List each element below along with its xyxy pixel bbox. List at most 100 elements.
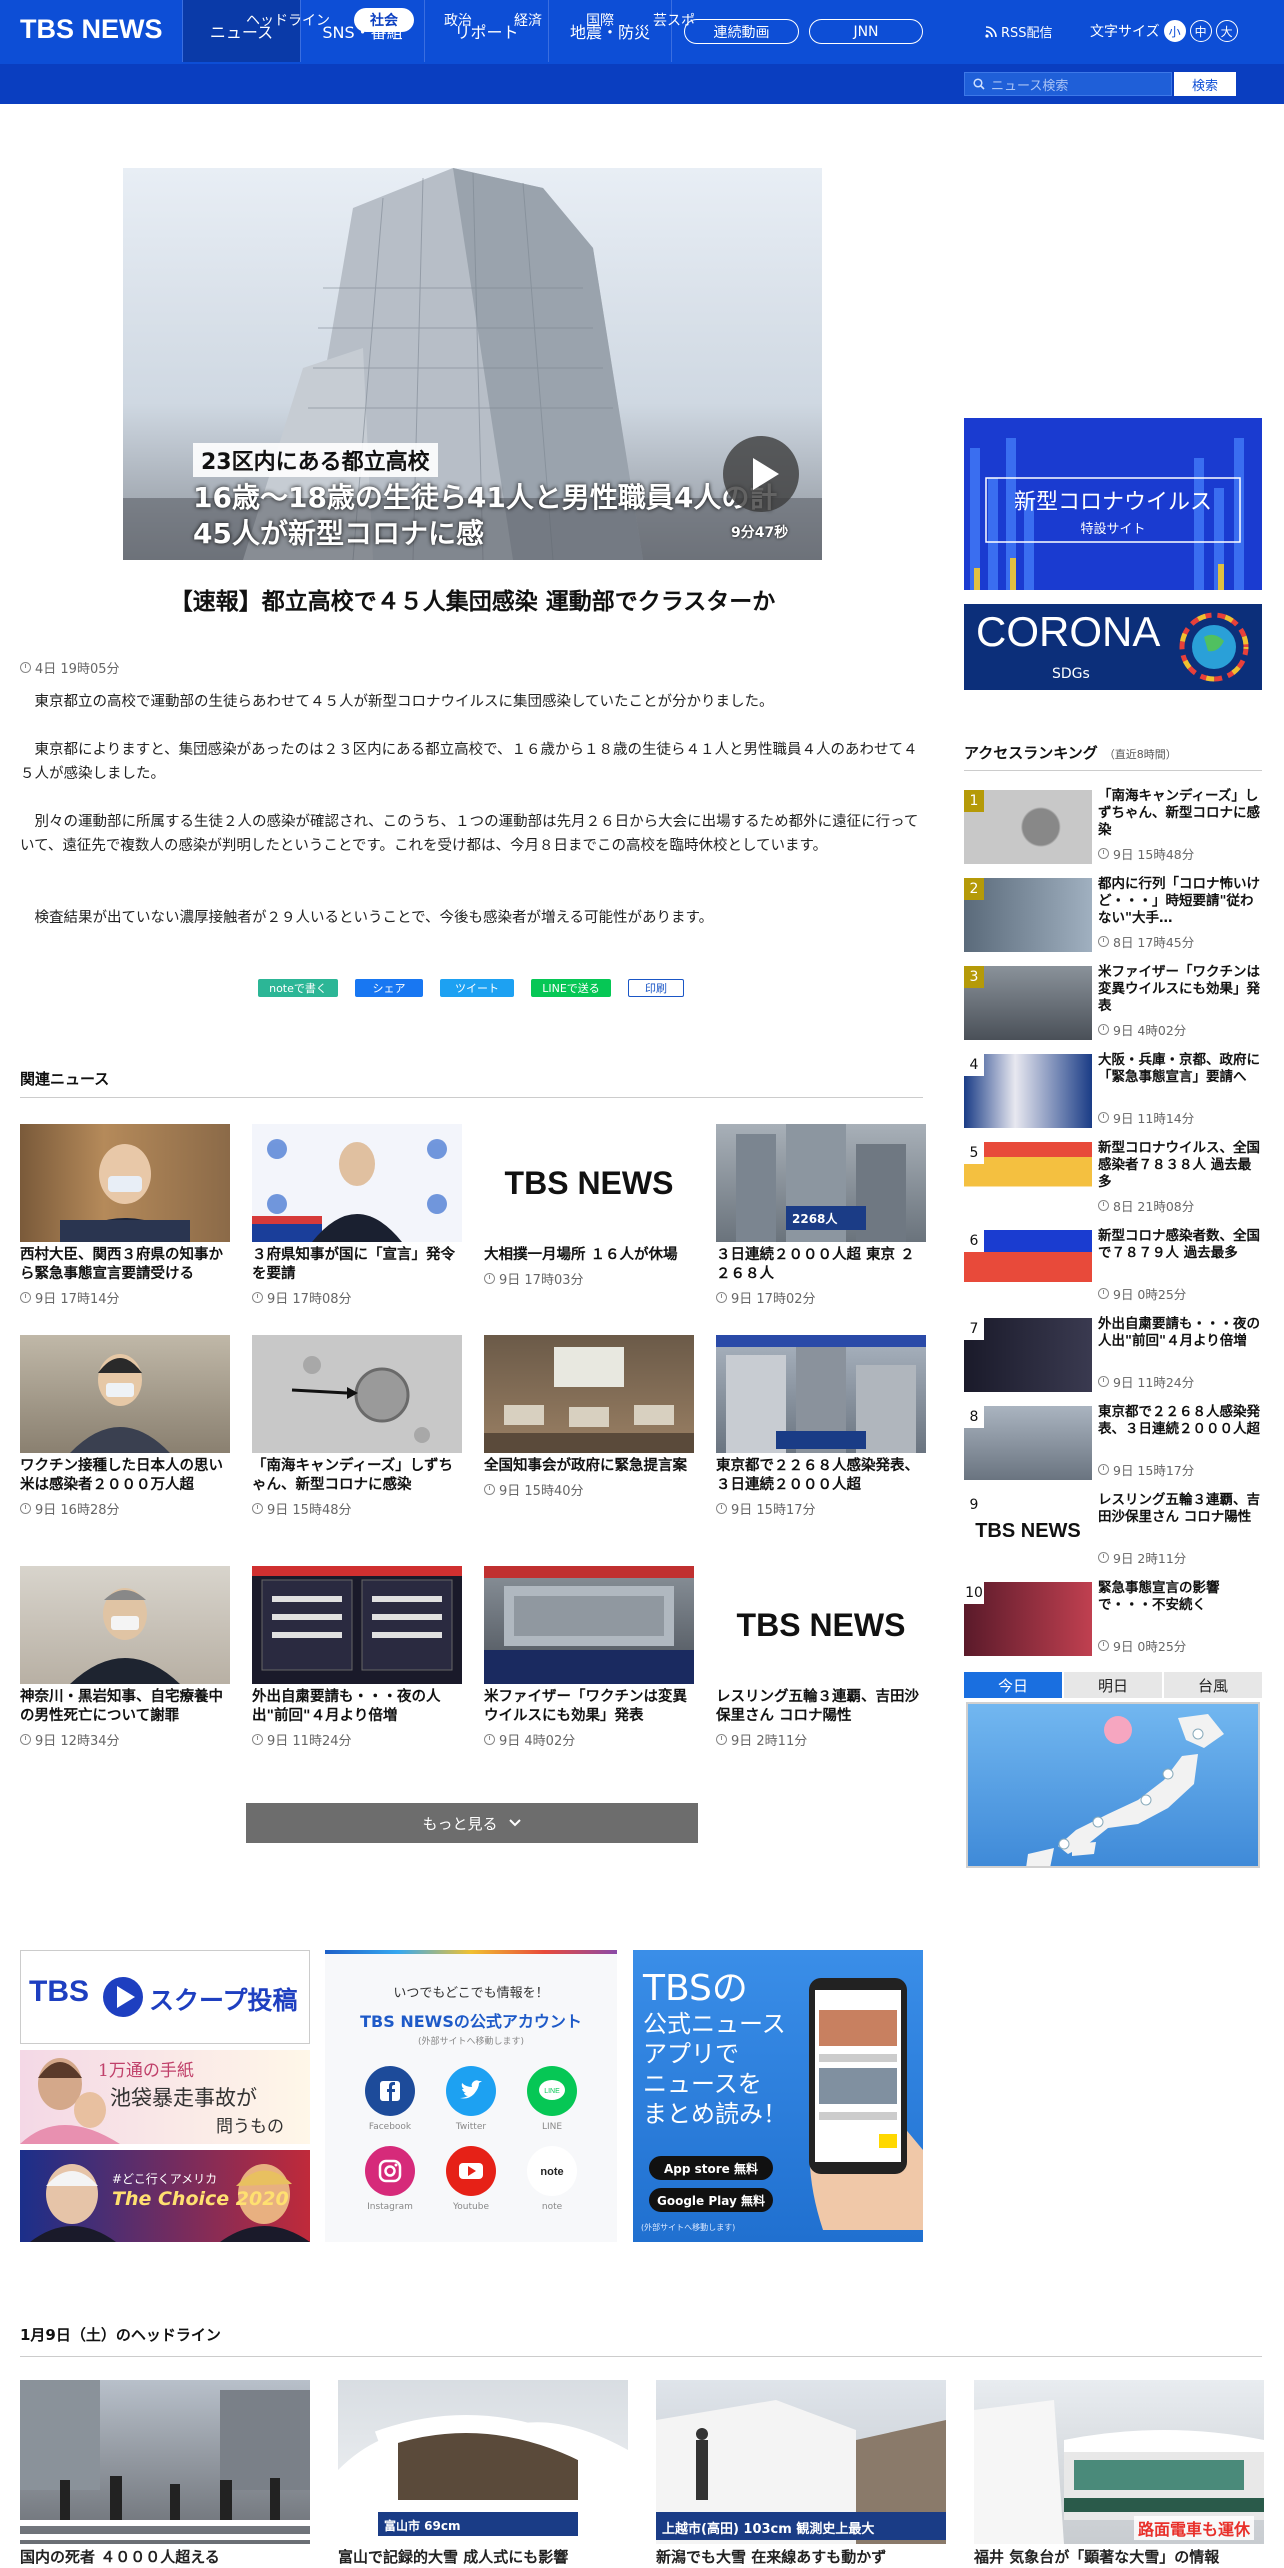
related-card[interactable]: 東京都で２２６８人感染発表、３日連続２０００人超 9日 15時17分	[716, 1335, 926, 1518]
related-card[interactable]: 神奈川・黒岩知事、自宅療養中の男性死亡について謝罪 9日 12時34分	[20, 1566, 230, 1749]
subnav-international[interactable]: 国際	[570, 8, 630, 32]
related-card[interactable]: 2268人 ３日連続２０００人超 東京 ２２６８人 9日 17時02分	[716, 1124, 926, 1307]
official-app-banner[interactable]: TBSの 公式ニュース アプリで ニュースを まとめ読み！ App store …	[633, 1950, 923, 2242]
pill-jnn[interactable]: JNN	[809, 19, 923, 44]
headline-card[interactable]: 富山市 69cm 富山で記録的大雪 成人式にも影響	[338, 2380, 628, 2567]
related-card[interactable]: ワクチン接種した日本人の思い米は感染者２０００万人超 9日 16時28分	[20, 1335, 230, 1518]
official-line-3: (外部サイトへ移動します)	[417, 2037, 525, 2047]
font-medium-button[interactable]: 中	[1189, 20, 1212, 42]
subnav-headline[interactable]: ヘッドライン	[238, 8, 338, 32]
card-date-text: 9日 4時02分	[499, 1734, 576, 1749]
card-date-text: 9日 11時24分	[267, 1734, 352, 1749]
search-input[interactable]: ニュース検索	[964, 72, 1172, 96]
subnav-economy[interactable]: 経済	[498, 8, 558, 32]
ranking-item[interactable]: 10 緊急事態宣言の影響で・・・不安続く 9日 0時25分	[964, 1580, 1262, 1656]
globe-icon	[1179, 612, 1249, 682]
clock-icon	[716, 1503, 727, 1514]
ranking-title: 外出自粛要請も・・・夜の人出"前回"４月より倍増	[1098, 1316, 1260, 1349]
official-line-1: いつでもどこでも情報を！	[393, 1986, 549, 2001]
share-twitter-button[interactable]: ツイート	[440, 979, 514, 997]
google-play-button[interactable]: Google Play 無料	[649, 2188, 773, 2212]
play-button[interactable]	[723, 436, 799, 512]
letters-banner[interactable]: 1万通の手紙 池袋暴走事故が 問うもの	[20, 2050, 310, 2144]
note-link[interactable]: note note	[527, 2146, 577, 2212]
ranking-item[interactable]: 6 新型コロナ感染者数、全国で７８７９人 過去最多 9日 0時25分	[964, 1228, 1262, 1304]
clock-icon	[20, 662, 31, 673]
weather-tab-tomorrow[interactable]: 明日	[1064, 1672, 1162, 1698]
card-date: 9日 17時03分	[484, 1269, 694, 1288]
weather-map[interactable]	[966, 1702, 1260, 1868]
share-facebook-button[interactable]: シェア	[355, 979, 423, 997]
related-card[interactable]: ３府県知事が国に「宣言」発令を要請 9日 17時08分	[252, 1124, 462, 1307]
ranking-title: 東京都で２２６８人感染発表、３日連続２０００人超	[1098, 1404, 1260, 1437]
svg-text:LINE: LINE	[544, 2088, 560, 2095]
facebook-link[interactable]: Facebook	[365, 2066, 415, 2132]
related-card[interactable]: 外出自粛要請も・・・夜の人出"前回"４月より倍増 9日 11時24分	[252, 1566, 462, 1749]
video-caption-main: 16歳～18歳の生徒ら41人と男性職員4人の計45人が新型コロナに感	[193, 481, 778, 550]
related-card[interactable]: 西村大臣、関西３府県の知事から緊急事態宣言要請受ける 9日 17時14分	[20, 1124, 230, 1307]
ranking-item[interactable]: 5 新型コロナウイルス、全国感染者７８３８人 過去最多 8日 21時08分	[964, 1140, 1262, 1216]
card-title: 西村大臣、関西３府県の知事から緊急事態宣言要請受ける	[20, 1247, 223, 1282]
site-logo[interactable]: TBS NEWS	[20, 14, 163, 50]
card-title: ３府県知事が国に「宣言」発令を要請	[252, 1247, 455, 1282]
headline-card[interactable]: 上越市(高田) 103cm 観測史上最大 新潟でも大雪 在来線あすも動かず	[656, 2380, 946, 2567]
font-small-button[interactable]: 小	[1163, 20, 1186, 42]
search-button[interactable]: 検索	[1174, 72, 1236, 96]
ranking-item[interactable]: TBS NEWS 9 レスリング五輪３連覇、吉田沙保里さん コロナ陽性 9日 2時11…	[964, 1492, 1262, 1568]
share-line-button[interactable]: LINEで送る	[531, 979, 611, 997]
twitter-link[interactable]: Twitter	[446, 2066, 496, 2132]
headline-card[interactable]: 国内の死者 ４０００人超える	[20, 2380, 310, 2567]
weather-tab-typhoon[interactable]: 台風	[1164, 1672, 1262, 1698]
instagram-link[interactable]: Instagram	[365, 2146, 415, 2212]
tbs-news-logo-thumbnail: TBS NEWS	[716, 1566, 926, 1684]
related-card[interactable]: 全国知事会が政府に緊急提言案 9日 15時40分	[484, 1335, 694, 1499]
clock-icon	[252, 1292, 263, 1303]
headline-card[interactable]: 路面電車も運休 福井 気象台が「顕著な大雪」の情報	[974, 2380, 1264, 2567]
font-large-button[interactable]: 大	[1215, 20, 1238, 42]
rank-number: 5	[964, 1142, 984, 1164]
ranking-item[interactable]: 7 外出自粛要請も・・・夜の人出"前回"４月より倍増 9日 11時24分	[964, 1316, 1262, 1392]
corona-sdgs-banner[interactable]: CORONA SDGs	[964, 604, 1262, 690]
print-button[interactable]: 印刷	[628, 979, 684, 997]
app-line-4: ニュースを	[643, 2070, 762, 2098]
card-date: 9日 17時08分	[252, 1288, 462, 1307]
ranking-date: 9日 2時11分	[1098, 1548, 1186, 1567]
app-store-button[interactable]: App store 無料	[649, 2156, 773, 2180]
related-card[interactable]: 米ファイザー「ワクチンは変異ウイルスにも効果」発表 9日 4時02分	[484, 1566, 694, 1749]
thumbnail	[716, 1335, 926, 1453]
rank-number: 1	[964, 790, 984, 812]
subnav-society[interactable]: 社会	[354, 8, 414, 32]
card-date-text: 9日 17時02分	[731, 1292, 816, 1307]
related-card[interactable]: TBS NEWS 大相撲一月場所 １６人が休場 9日 17時03分	[484, 1124, 694, 1288]
ranking-item[interactable]: 3 米ファイザー「ワクチンは変異ウイルスにも効果」発表 9日 4時02分	[964, 964, 1262, 1040]
main-video[interactable]: 23区内にある都立高校 16歳～18歳の生徒ら41人と男性職員4人の計45人が新…	[123, 168, 822, 560]
scoop-banner[interactable]: TBS スクープ投稿	[20, 1950, 310, 2044]
ranking-item[interactable]: 2 都内に行列「コロナ怖いけど・・・」時短要請"従わない"大手… 8日 17時45分	[964, 876, 1262, 952]
ranking-item[interactable]: 8 東京都で２２６８人感染発表、３日連続２０００人超 9日 15時17分	[964, 1404, 1262, 1480]
ranking-date-text: 9日 4時02分	[1113, 1023, 1187, 1038]
related-card[interactable]: 「南海キャンディーズ」しずちゃん、新型コロナに感染 9日 15時48分	[252, 1335, 462, 1518]
card-date-text: 9日 15時48分	[267, 1503, 352, 1518]
weather-tab-today[interactable]: 今日	[964, 1672, 1062, 1698]
choice-hashtag: #どこ行くアメリカ	[112, 2172, 218, 2186]
video-caption-top: 23区内にある都立高校	[193, 443, 438, 477]
line-link[interactable]: LINE LINE	[527, 2066, 577, 2132]
share-note-button[interactable]: noteで書く	[258, 979, 338, 997]
ranking-sub: （直近8時間）	[1103, 748, 1177, 761]
corona-special-banner[interactable]: 新型コロナウイルス 特設サイト	[964, 418, 1262, 590]
card-date: 9日 11時24分	[252, 1730, 462, 1749]
thumbnail	[20, 2380, 310, 2544]
subnav-politics[interactable]: 政治	[428, 8, 488, 32]
more-button[interactable]: もっと見る	[246, 1803, 698, 1843]
official-accounts-banner[interactable]: いつでもどこでも情報を！ TBS NEWSの公式アカウント (外部サイトへ移動し…	[325, 1950, 617, 2242]
choice-2020-banner[interactable]: #どこ行くアメリカ The Choice 2020	[20, 2150, 310, 2242]
ranking-item[interactable]: 1 「南海キャンディーズ」しずちゃん、新型コロナに感染 9日 15時48分	[964, 788, 1262, 864]
related-card[interactable]: TBS NEWS レスリング五輪３連覇、吉田沙保里さん コロナ陽性 9日 2時1…	[716, 1566, 926, 1749]
card-title: ３日連続２０００人超 東京 ２２６８人	[716, 1247, 915, 1282]
subnav-entertainment-sports[interactable]: 芸スポ	[642, 8, 706, 32]
ranking-item[interactable]: 4 大阪・兵庫・京都、政府に「緊急事態宣言」要請へ 9日 11時14分	[964, 1052, 1262, 1128]
clock-icon	[716, 1734, 727, 1745]
clock-icon	[1098, 1112, 1109, 1123]
youtube-link[interactable]: Youtube	[446, 2146, 496, 2212]
rss-link[interactable]: RSS配信	[985, 22, 1053, 41]
